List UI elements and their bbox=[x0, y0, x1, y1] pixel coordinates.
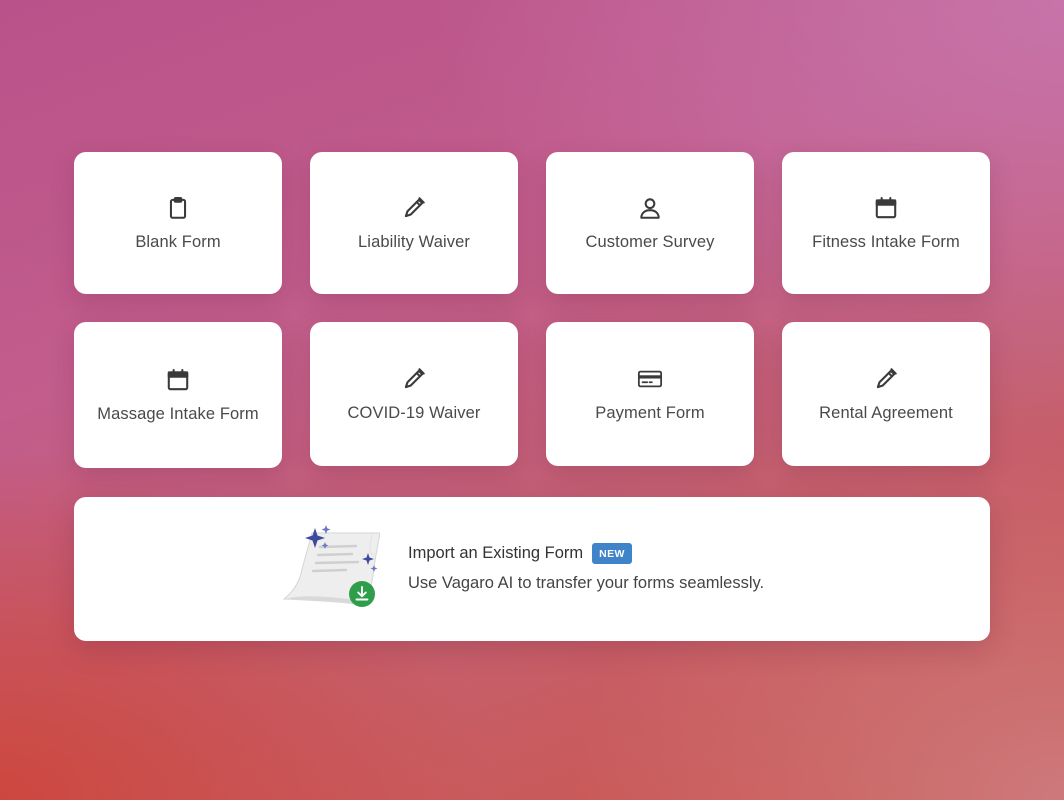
import-description: Use Vagaro AI to transfer your forms sea… bbox=[408, 574, 765, 592]
import-title-row: Import an Existing Form NEW bbox=[408, 541, 764, 565]
template-card-payment-form[interactable]: Payment Form bbox=[546, 322, 754, 466]
person-icon bbox=[637, 195, 663, 221]
import-document-illustration bbox=[280, 525, 381, 613]
template-label: Fitness Intake Form bbox=[812, 232, 960, 251]
new-badge: NEW bbox=[592, 542, 632, 564]
pen-icon bbox=[401, 195, 427, 221]
template-card-massage-intake-form[interactable]: Massage Intake Form bbox=[74, 322, 282, 468]
import-title: Import an Existing Form bbox=[408, 543, 584, 562]
template-label: Rental Agreement bbox=[819, 403, 953, 422]
pen-icon bbox=[401, 366, 427, 392]
template-card-blank-form[interactable]: Blank Form bbox=[74, 152, 282, 294]
template-label: Liability Waiver bbox=[358, 232, 470, 251]
clipboard-icon bbox=[165, 195, 191, 221]
import-text-block: Import an Existing Form NEW Use Vagaro A… bbox=[408, 541, 764, 593]
import-existing-form-card[interactable]: Import an Existing Form NEW Use Vagaro A… bbox=[74, 497, 990, 641]
template-label: Massage Intake Form bbox=[97, 404, 259, 423]
template-label: Payment Form bbox=[595, 403, 705, 422]
template-card-covid-19-waiver[interactable]: COVID-19 Waiver bbox=[310, 322, 518, 466]
template-label: COVID-19 Waiver bbox=[347, 403, 481, 422]
template-card-liability-waiver[interactable]: Liability Waiver bbox=[310, 152, 518, 294]
template-label: Blank Form bbox=[135, 232, 221, 251]
pen-icon bbox=[873, 366, 899, 392]
template-card-rental-agreement[interactable]: Rental Agreement bbox=[782, 322, 990, 466]
calendar-icon bbox=[873, 195, 899, 221]
template-label: Customer Survey bbox=[585, 232, 715, 251]
credit-card-icon bbox=[637, 366, 663, 392]
calendar-icon bbox=[165, 367, 191, 393]
form-template-picker: Blank Form Liability Waiver Customer Sur… bbox=[0, 0, 1064, 800]
template-card-fitness-intake-form[interactable]: Fitness Intake Form bbox=[782, 152, 990, 294]
template-card-customer-survey[interactable]: Customer Survey bbox=[546, 152, 754, 294]
